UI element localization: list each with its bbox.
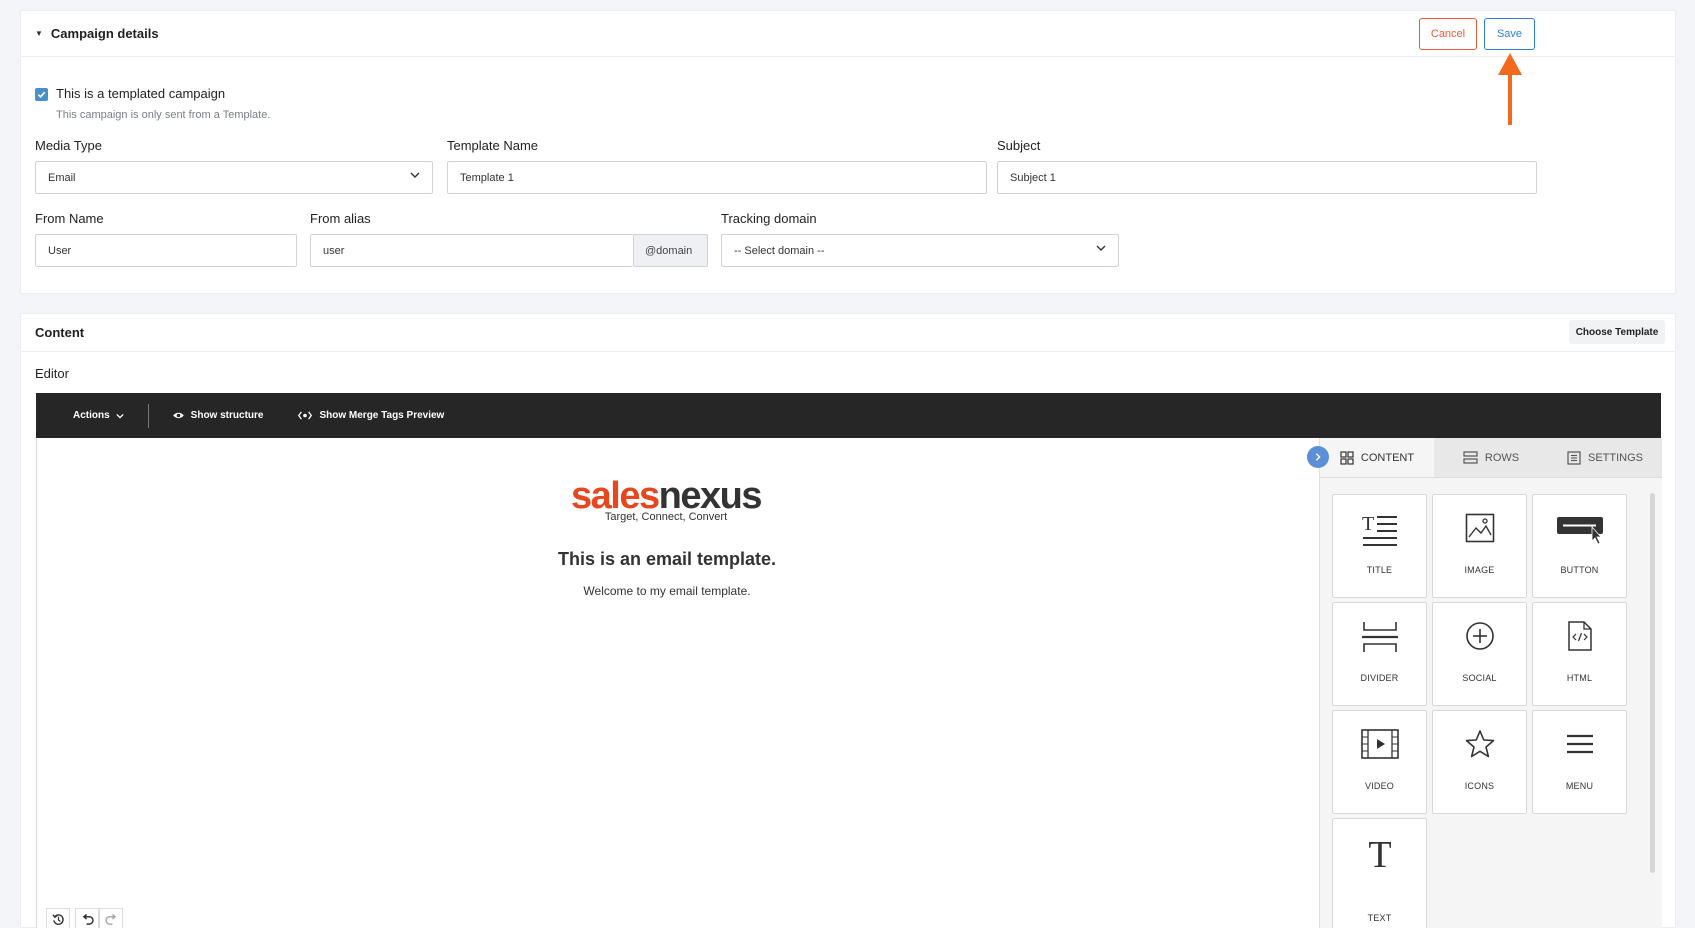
block-divider-label: DIVIDER <box>1360 673 1399 683</box>
merge-tags-label: Show Merge Tags Preview <box>319 410 445 421</box>
button-icon <box>1556 517 1603 545</box>
arrow-up-icon <box>1498 53 1522 125</box>
editor-toolbar: Actions Show structure Show Merge Tags P… <box>36 393 1661 438</box>
show-structure-label: Show structure <box>190 410 264 421</box>
tab-settings-label: SETTINGS <box>1587 451 1643 464</box>
undo-icon <box>82 913 94 925</box>
block-social[interactable]: SOCIAL <box>1432 602 1527 706</box>
star-icon <box>1465 730 1494 758</box>
block-icons[interactable]: ICONS <box>1432 710 1527 814</box>
tab-settings[interactable]: SETTINGS <box>1548 438 1662 477</box>
block-icons-label: ICONS <box>1464 781 1495 791</box>
tracking-domain-value: -- Select domain -- <box>734 244 825 257</box>
templated-help-text: This campaign is only sent from a Templa… <box>56 109 271 121</box>
chevron-right-icon <box>1315 453 1321 461</box>
editor-canvas[interactable]: salesnexus Target, Connect, Convert This… <box>36 438 1662 928</box>
svg-text:T: T <box>1368 837 1391 871</box>
campaign-details-title: Campaign details <box>50 26 159 41</box>
actions-label: Actions <box>73 410 110 421</box>
choose-template-button[interactable]: Choose Template <box>1569 320 1665 344</box>
chevron-down-icon <box>1096 245 1106 251</box>
text-icon: T <box>1368 837 1391 871</box>
block-video-label: VIDEO <box>1364 781 1394 791</box>
undo-button[interactable] <box>75 908 99 928</box>
redo-icon <box>104 913 116 925</box>
media-type-value: Email <box>48 171 76 184</box>
title-icon: T <box>1362 513 1397 546</box>
block-button[interactable]: BUTTON <box>1532 494 1627 598</box>
chevron-down-icon <box>116 413 124 419</box>
grid-icon <box>1340 450 1354 465</box>
actions-menu[interactable]: Actions <box>73 410 124 421</box>
block-text-label: TEXT <box>1367 913 1392 923</box>
tab-rows-label: ROWS <box>1484 451 1520 464</box>
save-button[interactable]: Save <box>1484 18 1535 50</box>
image-icon <box>1465 513 1494 543</box>
html-icon <box>1567 621 1592 651</box>
eye-icon <box>172 412 184 419</box>
divider-icon <box>1361 622 1398 652</box>
block-video[interactable]: VIDEO <box>1332 710 1427 814</box>
svg-text:T: T <box>1362 513 1374 535</box>
templated-checkbox[interactable] <box>35 88 48 101</box>
from-alias-input[interactable]: user <box>310 234 633 267</box>
merge-tags-icon <box>298 411 313 420</box>
block-image-label: IMAGE <box>1464 565 1495 575</box>
content-title: Content <box>35 325 85 340</box>
from-alias-label: From alias <box>310 211 371 226</box>
block-html-label: HTML <box>1566 673 1593 683</box>
panel-tabs: CONTENT ROWS SETTINGS <box>1320 438 1662 478</box>
subject-label: Subject <box>997 138 1041 153</box>
block-title-label: TITLE <box>1366 565 1393 575</box>
media-type-select[interactable]: Email <box>35 161 433 194</box>
merge-tags-preview-button[interactable]: Show Merge Tags Preview <box>297 410 444 421</box>
collapse-caret-icon[interactable]: ▼ <box>35 29 43 38</box>
template-name-label: Template Name <box>447 138 539 153</box>
template-name-input[interactable]: Template 1 <box>447 161 987 194</box>
video-icon <box>1360 729 1399 759</box>
toolbar-divider <box>147 403 149 428</box>
show-structure-button[interactable]: Show structure <box>172 410 264 421</box>
tab-content-label: CONTENT <box>1360 451 1415 464</box>
block-image[interactable]: IMAGE <box>1432 494 1527 598</box>
social-icon <box>1465 622 1494 650</box>
editor-label: Editor <box>35 366 69 381</box>
settings-list-icon <box>1567 450 1581 465</box>
block-title[interactable]: T TITLE <box>1332 494 1427 598</box>
block-divider[interactable]: DIVIDER <box>1332 602 1427 706</box>
cancel-button[interactable]: Cancel <box>1419 18 1477 50</box>
collapse-panel-button[interactable] <box>1307 446 1329 468</box>
panel-scrollbar[interactable] <box>1650 493 1655 873</box>
menu-icon <box>1566 734 1593 754</box>
content-panel: CONTENT ROWS SETTINGS T TITLE IMAGE BUTT… <box>1319 438 1662 928</box>
from-alias-suffix: @domain <box>633 234 708 267</box>
from-name-label: From Name <box>35 211 104 226</box>
history-icon <box>51 913 64 925</box>
from-name-input[interactable]: User <box>35 234 297 267</box>
templated-checkbox-label[interactable]: This is a templated campaign <box>56 86 225 101</box>
block-html[interactable]: HTML <box>1532 602 1627 706</box>
subject-input[interactable]: Subject 1 <box>997 161 1537 194</box>
rows-icon <box>1463 451 1478 464</box>
content-card: Content Choose Template Editor Actions S… <box>20 313 1676 928</box>
checkmark-icon <box>37 91 46 99</box>
media-type-label: Media Type <box>35 138 102 153</box>
chevron-down-icon <box>410 172 420 178</box>
tracking-domain-label: Tracking domain <box>721 211 817 226</box>
history-button[interactable] <box>46 908 70 928</box>
content-header: Content <box>21 314 1675 352</box>
block-menu[interactable]: MENU <box>1532 710 1627 814</box>
block-menu-label: MENU <box>1565 781 1594 791</box>
block-social-label: SOCIAL <box>1462 673 1497 683</box>
campaign-details-card: ▼ Campaign details Cancel Save This is a… <box>20 10 1676 294</box>
block-button-label: BUTTON <box>1560 565 1599 575</box>
redo-button[interactable] <box>99 908 123 928</box>
email-heading[interactable]: This is an email template. <box>417 549 917 570</box>
tab-rows[interactable]: ROWS <box>1434 438 1548 477</box>
tab-content[interactable]: CONTENT <box>1320 438 1434 477</box>
email-body-text[interactable]: Welcome to my email template. <box>417 584 917 598</box>
block-text[interactable]: T TEXT <box>1332 818 1427 928</box>
salesnexus-logo: salesnexus Target, Connect, Convert <box>561 477 771 523</box>
tracking-domain-select[interactable]: -- Select domain -- <box>721 234 1119 267</box>
